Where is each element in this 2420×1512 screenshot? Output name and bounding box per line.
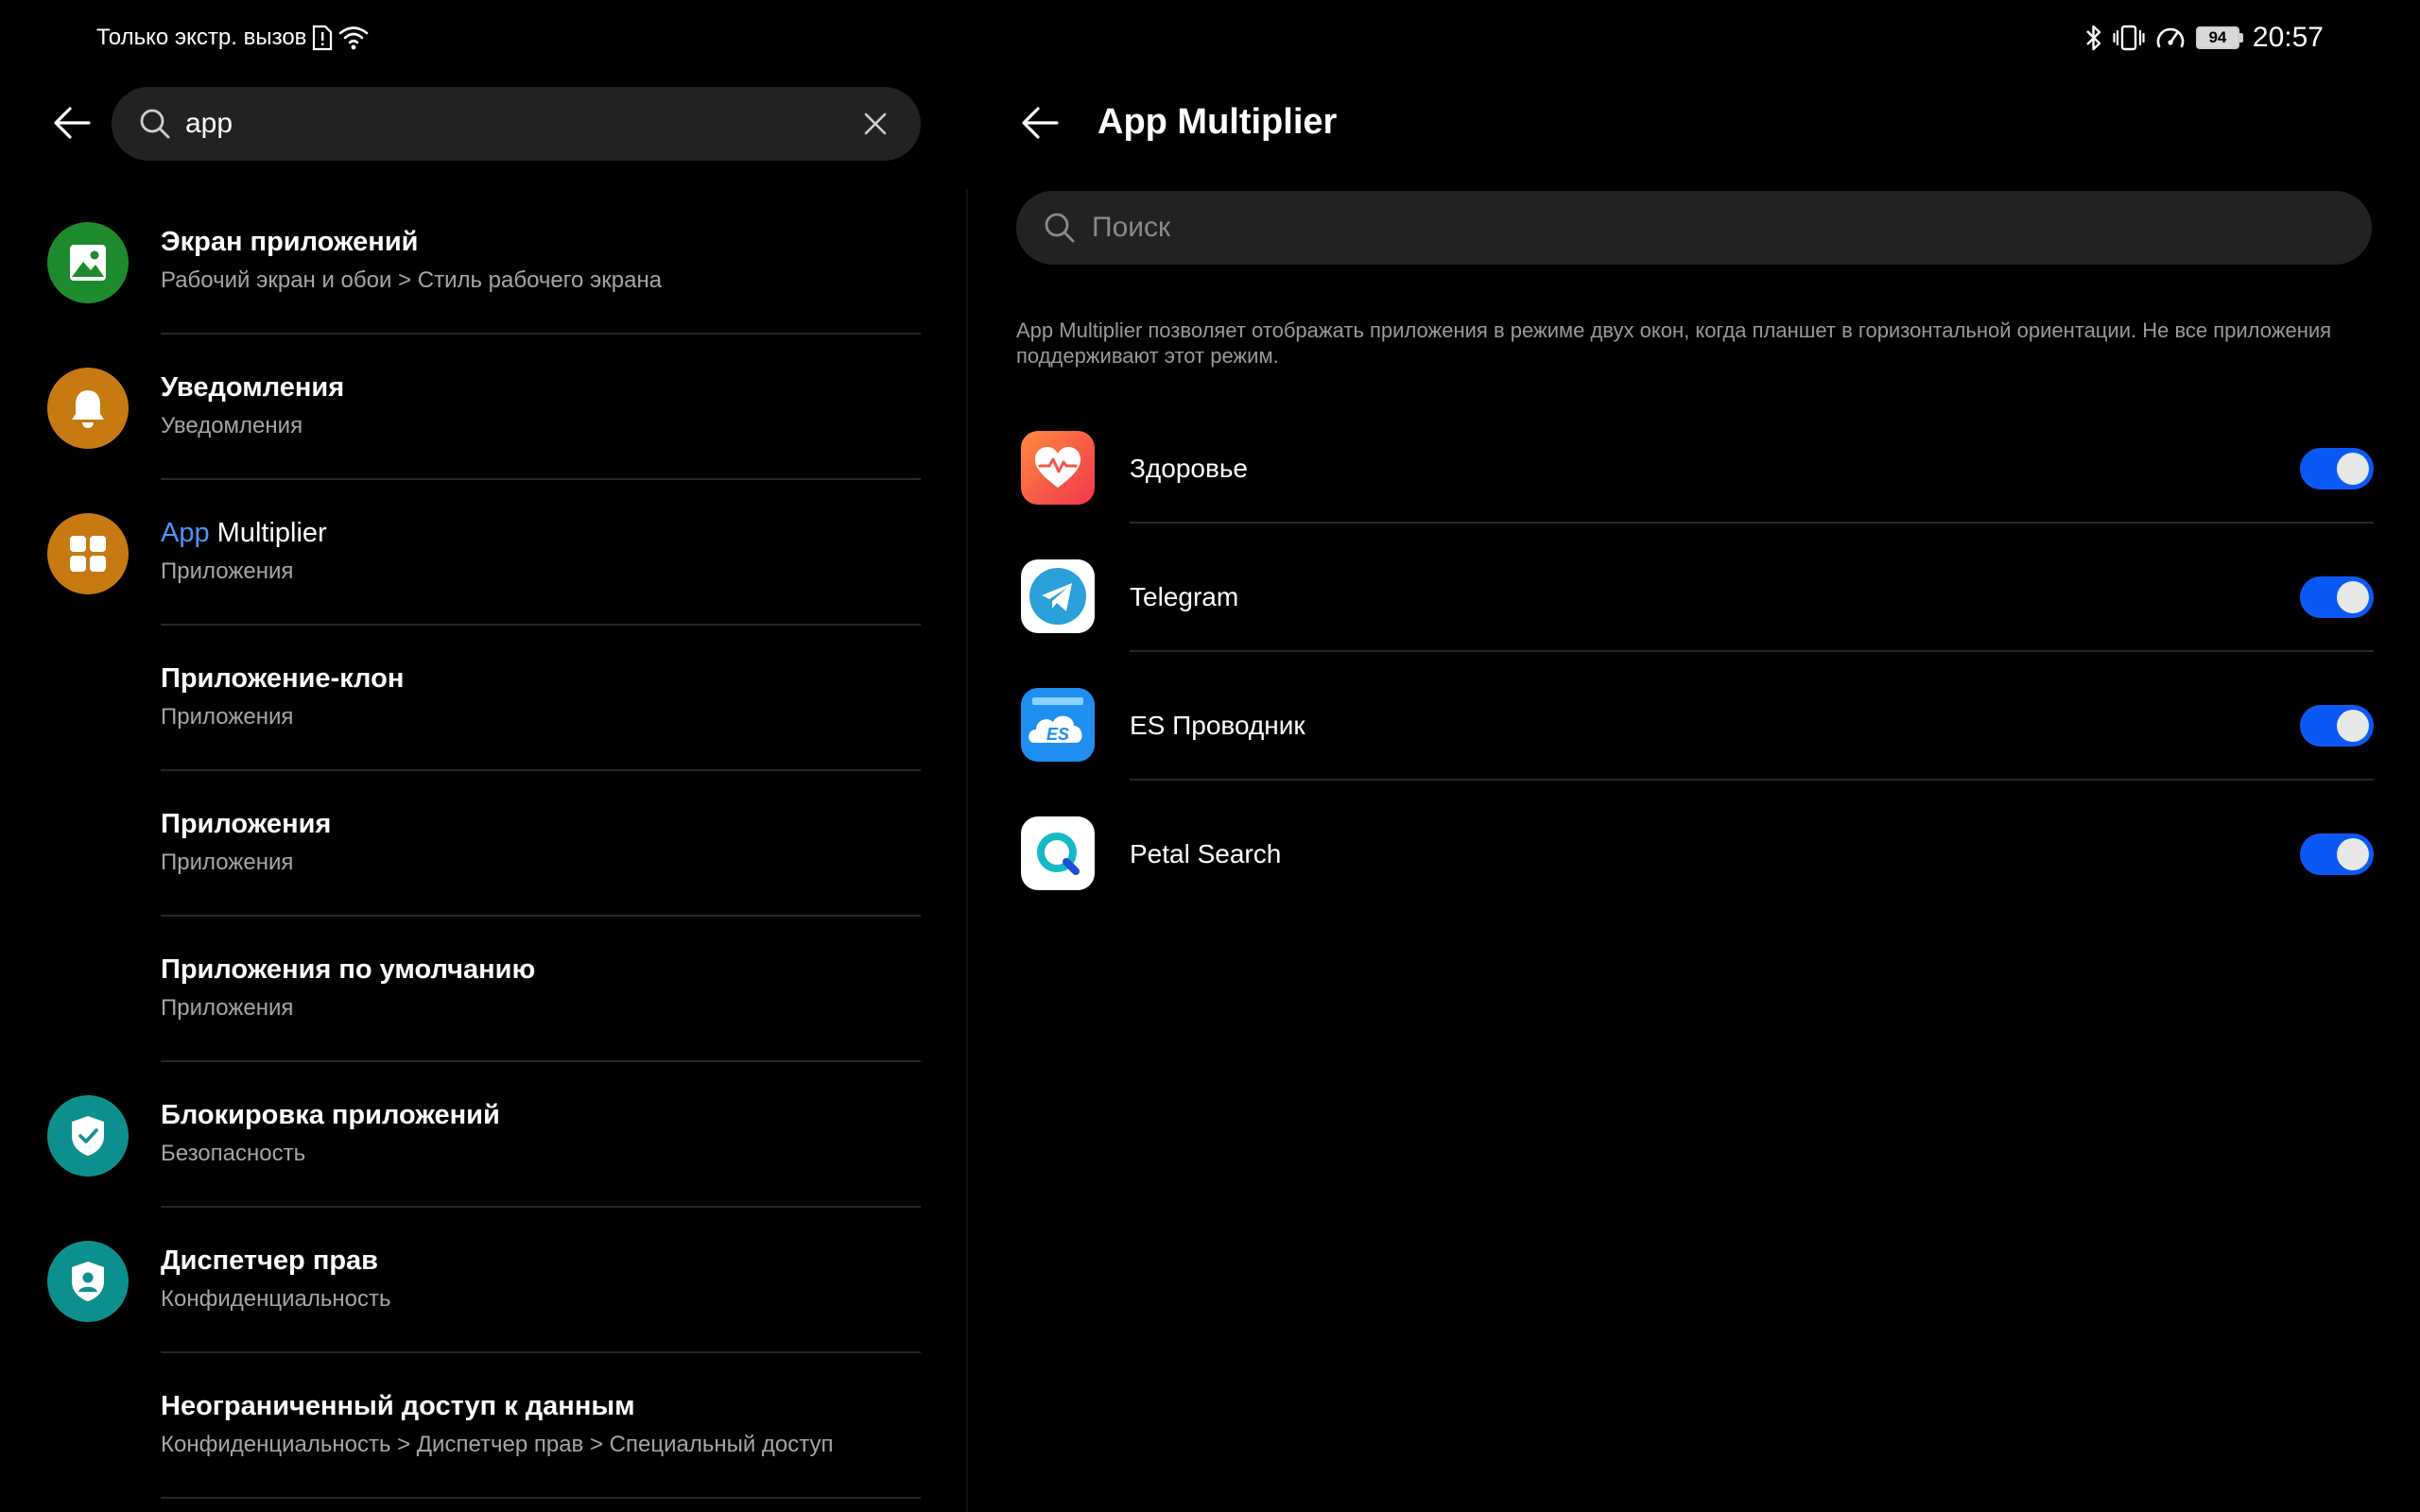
screen: Только экстр. вызов 94 20:57 app Экран п… [0, 0, 2420, 1512]
app-name: Petal Search [1130, 839, 1282, 868]
result-subtitle: Приложения [161, 558, 294, 584]
result-title: Приложение-клон [161, 663, 405, 694]
detail-back-button[interactable] [1011, 94, 1068, 151]
search-icon [1045, 213, 1075, 243]
result-title: Уведомления [161, 372, 345, 403]
result-title: Приложения по умолчанию [161, 954, 536, 985]
image-icon [47, 222, 129, 303]
shield-user-icon [47, 1241, 129, 1322]
page-title: App Multiplier [1098, 102, 1338, 142]
app-row-es-explorer: ES ES Проводник [1016, 675, 2374, 803]
result-title: Экран приложений [161, 227, 419, 257]
health-icon [1021, 431, 1095, 505]
result-subtitle: Безопасность [161, 1141, 306, 1166]
arrow-left-icon [1022, 107, 1059, 139]
petal-search-icon [1021, 816, 1095, 890]
divider [1130, 779, 2374, 781]
arrow-left-icon [54, 107, 91, 139]
app-toggle-health[interactable] [2300, 448, 2374, 490]
result-subtitle: Приложения [161, 995, 294, 1021]
result-apps[interactable]: Приложения Приложения [0, 771, 968, 917]
result-notifications[interactable]: Уведомления Уведомления [0, 335, 968, 480]
divider [1130, 650, 2374, 652]
result-unrestricted-data[interactable]: Неограниченный доступ к данным Конфиденц… [0, 1353, 968, 1499]
result-subtitle: Приложения [161, 704, 294, 730]
app-toggle-es-explorer[interactable] [2300, 705, 2374, 747]
app-row-telegram: Telegram [1016, 546, 2374, 675]
title-rest: Multiplier [209, 518, 327, 548]
result-app-lock[interactable]: Блокировка приложений Безопасность [0, 1062, 968, 1208]
result-app-multiplier[interactable]: App Multiplier Приложения [0, 480, 968, 626]
result-subtitle: Уведомления [161, 413, 303, 438]
result-title: Приложения [161, 809, 332, 839]
clear-search-button[interactable] [853, 101, 898, 146]
es-explorer-icon: ES [1021, 688, 1095, 762]
divider [161, 1497, 921, 1499]
shield-check-icon [47, 1095, 129, 1177]
app-name: Telegram [1130, 582, 1239, 611]
highlight-match: App [161, 518, 210, 548]
result-app-screen[interactable]: Экран приложений Рабочий экран и обои > … [0, 189, 968, 335]
app-toggle-petal-search[interactable] [2300, 833, 2374, 875]
app-list: Здоровье Telegram ES ES Проводник Petal … [1016, 418, 2374, 932]
search-results-pane: Экран приложений Рабочий экран и обои > … [0, 0, 968, 1512]
result-permission-manager[interactable]: Диспетчер прав Конфиденциальность [0, 1208, 968, 1353]
detail-pane: App Multiplier App Multiplier позволяет … [968, 0, 2420, 1512]
svg-text:ES: ES [1046, 725, 1069, 744]
divider [1130, 522, 2374, 524]
result-default-apps[interactable]: Приложения по умолчанию Приложения [0, 917, 968, 1062]
bell-icon [47, 368, 129, 449]
grid-icon [47, 513, 129, 594]
result-title: Неограниченный доступ к данным [161, 1391, 635, 1421]
result-title: App Multiplier [161, 516, 921, 550]
app-toggle-telegram[interactable] [2300, 576, 2374, 618]
search-input[interactable] [185, 108, 853, 140]
result-subtitle: Конфиденциальность [161, 1286, 391, 1312]
search-bar [112, 87, 921, 161]
search-results-list: Экран приложений Рабочий экран и обои > … [0, 189, 968, 1499]
app-row-petal-search: Petal Search [1016, 803, 2374, 932]
app-search-input[interactable] [1092, 212, 2347, 244]
telegram-icon [1021, 559, 1095, 633]
app-row-health: Здоровье [1016, 418, 2374, 546]
result-app-twin[interactable]: Приложение-клон Приложения [0, 626, 968, 771]
feature-description: App Multiplier позволяет отображать прил… [1016, 318, 2332, 368]
app-name: Здоровье [1130, 454, 1249, 483]
result-subtitle: Рабочий экран и обои > Стиль рабочего эк… [161, 267, 663, 293]
result-subtitle: Конфиденциальность > Диспетчер прав > Сп… [161, 1432, 834, 1457]
app-name: ES Проводник [1130, 711, 1305, 740]
result-title: Блокировка приложений [161, 1100, 500, 1130]
close-icon [864, 112, 887, 135]
result-title: Диспетчер прав [161, 1246, 379, 1276]
search-icon [140, 109, 170, 139]
back-button[interactable] [43, 94, 100, 151]
result-subtitle: Приложения [161, 850, 294, 875]
app-search-bar [1016, 191, 2372, 265]
